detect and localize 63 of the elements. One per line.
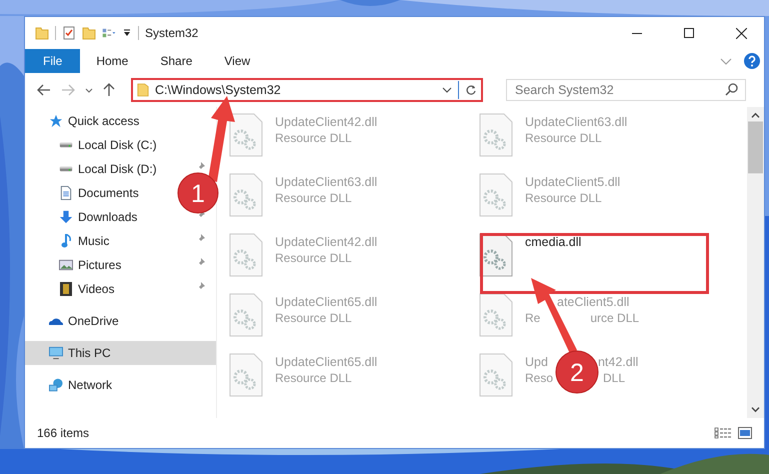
search-field[interactable]: Search System32 [506, 79, 746, 101]
address-field[interactable]: C:\Windows\System32 [131, 78, 483, 102]
search-icon[interactable] [725, 83, 738, 96]
customize-arrow-icon[interactable] [122, 28, 132, 38]
sidebar-item[interactable]: Music [25, 229, 112, 253]
file-type: Resource DLL [275, 191, 352, 205]
folder-icon [137, 83, 149, 97]
file-type: Reso [525, 371, 554, 385]
file-type: Resource DLL [275, 371, 352, 385]
close-icon [736, 28, 746, 38]
scrollbar[interactable] [747, 107, 764, 418]
dropdown-caret-icon[interactable] [442, 87, 452, 93]
sidebar-item[interactable]: Downloads [25, 205, 140, 229]
refresh-icon[interactable] [465, 84, 477, 96]
ribbon-tab[interactable]: View [208, 49, 266, 73]
window-title: System32 [145, 26, 198, 40]
folder-icon[interactable] [35, 26, 49, 40]
file-type: Resource DLL [275, 251, 352, 265]
film-icon [59, 282, 73, 296]
sidebar-item[interactable]: Documents [25, 181, 141, 205]
file-type: DLL [603, 371, 626, 385]
sidebar-item[interactable]: Local Disk (C:) [25, 133, 159, 157]
drive-icon [59, 142, 73, 148]
properties-icon[interactable] [62, 26, 76, 40]
file-type: Resource DLL [525, 191, 602, 205]
new-folder-icon[interactable] [82, 26, 96, 40]
sidebar-item[interactable]: Network [25, 373, 216, 397]
sidebar-item[interactable]: OneDrive [25, 309, 216, 333]
ribbon-tab[interactable]: File [25, 49, 80, 73]
monitor-icon [49, 346, 63, 360]
gear-file-icon[interactable] [479, 293, 513, 337]
large-icons-view-icon[interactable] [738, 427, 752, 439]
item-count: 166 items [37, 426, 90, 440]
sidebar-item[interactable]: Local Disk (D:) [25, 157, 159, 181]
recent-locations-icon[interactable] [85, 88, 93, 92]
maximize-icon [684, 28, 694, 38]
star-icon [49, 114, 63, 128]
ribbon-tab[interactable]: Share [144, 49, 208, 73]
ribbon-tab[interactable]: Home [80, 49, 144, 73]
file-name[interactable]: cmedia.dll [525, 235, 582, 249]
sidebar-item[interactable]: This PC [25, 341, 216, 365]
file-type: Re [525, 311, 540, 325]
sidebar-item[interactable]: Videos [25, 277, 116, 301]
minimize-icon [632, 32, 642, 34]
drive-icon [59, 166, 73, 172]
music-note-icon [59, 234, 73, 248]
details-view-icon[interactable] [714, 427, 732, 439]
up-arrow-icon[interactable] [103, 83, 115, 97]
gear-file-icon[interactable] [229, 113, 263, 157]
back-arrow-icon[interactable] [37, 84, 51, 96]
file-type: Resource DLL [275, 131, 352, 145]
sidebar-item[interactable]: Pictures [25, 253, 124, 277]
picture-icon [59, 258, 73, 272]
expand-ribbon-icon[interactable] [720, 58, 732, 64]
file-type: Resource DLL [275, 311, 352, 325]
help-icon[interactable] [744, 53, 760, 69]
document-icon [59, 186, 73, 200]
file-type: Resource DLL [525, 131, 602, 145]
network-icon [49, 378, 63, 392]
view-icon[interactable] [102, 26, 116, 40]
file-type: urce DLL [590, 311, 640, 325]
download-arrow-icon [59, 210, 73, 224]
numbered-arrow-callout: 1 [178, 96, 235, 214]
